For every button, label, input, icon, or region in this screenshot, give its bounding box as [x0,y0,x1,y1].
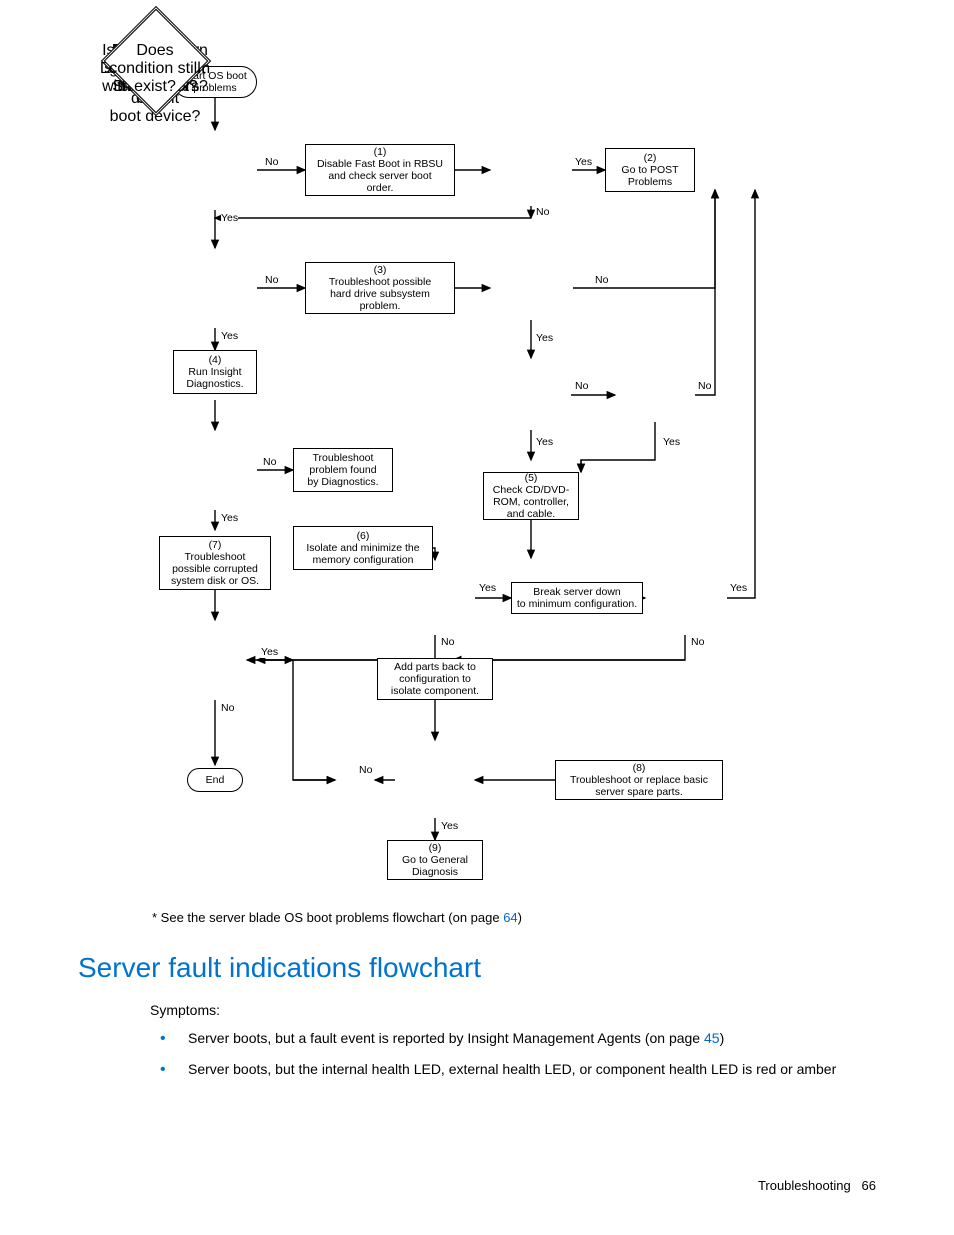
lbl-no: No [221,702,234,714]
node-p7: (7)Troubleshootpossible corruptedsystem … [159,536,271,590]
node-p3: (3)Troubleshoot possiblehard drive subsy… [305,262,455,314]
lbl-yes: Yes [261,646,278,658]
flowchart: Start OS bootproblems (1)Disable Fast Bo… [155,60,875,890]
lbl-yes: Yes [479,582,496,594]
lbl-no: No [263,456,276,468]
node-p1: (1)Disable Fast Boot in RBSUand check se… [305,144,455,196]
node-p9: (9)Go to GeneralDiagnosis [387,840,483,880]
node-break: Break server downto minimum configuratio… [511,582,643,614]
lbl-yes: Yes [730,582,747,594]
lbl-no: No [265,274,278,286]
lbl-no: No [698,380,711,392]
bullet-2: Server boots, but the internal health LE… [150,1059,870,1080]
node-p2: (2)Go to POSTProblems [605,148,695,192]
node-p6: (6)Isolate and minimize thememory config… [293,526,433,570]
node-diag-trouble: Troubleshootproblem foundby Diagnostics. [293,448,393,492]
link-page-64[interactable]: 64 [503,910,517,925]
lbl-no: No [536,206,549,218]
lbl-yes: Yes [536,436,553,448]
lbl-yes: Yes [221,212,238,224]
lbl-yes: Yes [221,330,238,342]
node-addparts: Add parts back toconfiguration toisolate… [377,658,493,700]
dec-cond-final: Doescondition stillexist? [155,70,156,71]
section-heading: Server fault indications flowchart [78,952,481,984]
page-footer: Troubleshooting 66 [758,1178,876,1193]
symptoms-label: Symptoms: [150,1000,220,1021]
lbl-yes: Yes [575,156,592,168]
lbl-no: No [265,156,278,168]
lbl-yes: Yes [441,820,458,832]
node-end: End [187,768,243,792]
lbl-no: No [595,274,608,286]
lbl-yes: Yes [221,512,238,524]
lbl-no: No [575,380,588,392]
symptoms-list: Server boots, but a fault event is repor… [150,1028,870,1090]
lbl-no: No [441,636,454,648]
lbl-yes: Yes [536,332,553,344]
node-p5: (5)Check CD/DVD-ROM, controller,and cabl… [483,472,579,520]
lbl-yes: Yes [663,436,680,448]
bullet-1: Server boots, but a fault event is repor… [150,1028,870,1049]
flowchart-footnote: * See the server blade OS boot problems … [152,910,522,925]
node-p4: (4)Run InsightDiagnostics. [173,350,257,394]
node-p8: (8)Troubleshoot or replace basicserver s… [555,760,723,800]
link-page-45[interactable]: 45 [704,1030,720,1046]
lbl-no: No [691,636,704,648]
lbl-no: No [359,764,372,776]
